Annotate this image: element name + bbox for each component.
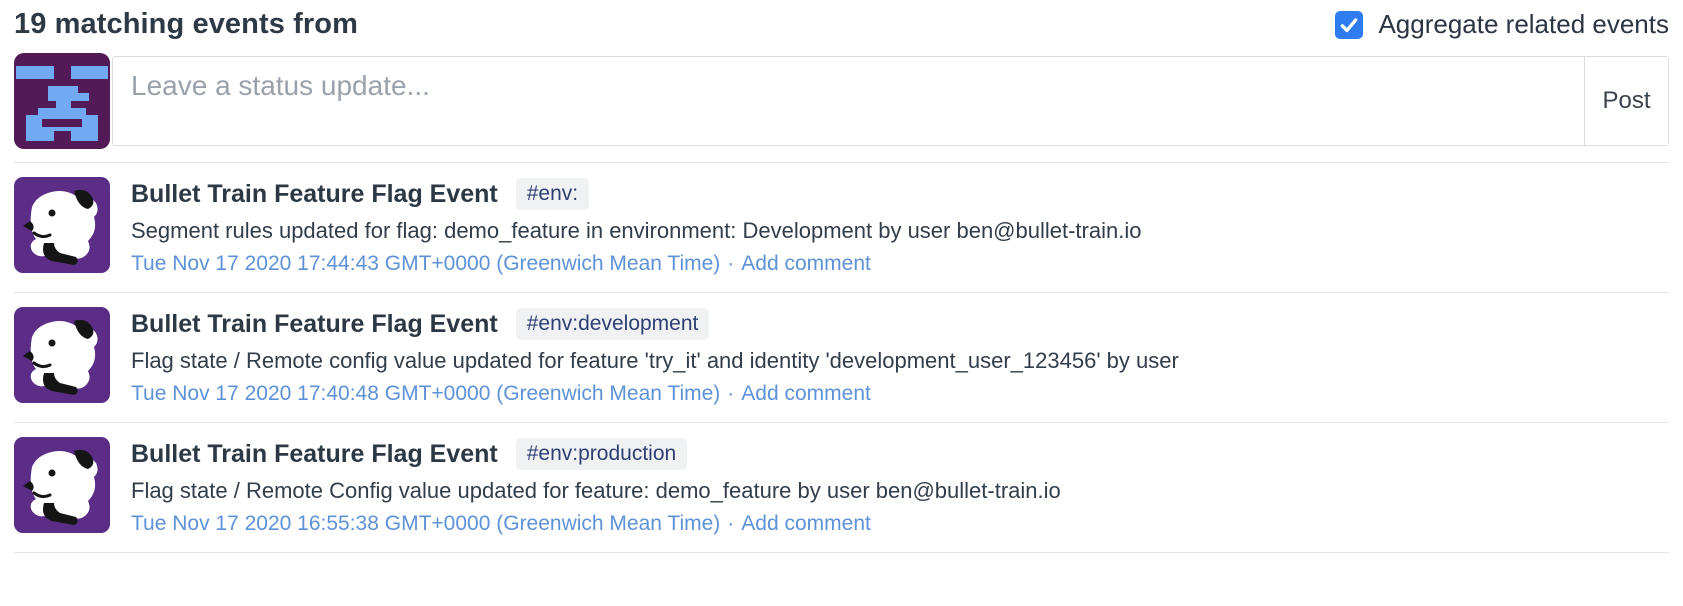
checkmark-icon: [1339, 15, 1359, 35]
event-env-tag[interactable]: #env:: [516, 178, 589, 210]
add-comment-link[interactable]: Add comment: [741, 512, 871, 535]
event-timestamp-link[interactable]: Tue Nov 17 2020 17:40:48 GMT+0000 (Green…: [131, 382, 720, 405]
event-env-tag[interactable]: #env:production: [516, 438, 687, 470]
aggregate-toggle[interactable]: Aggregate related events: [1335, 9, 1669, 40]
datadog-dog-avatar: [14, 177, 110, 273]
event-env-tag[interactable]: #env:development: [516, 308, 710, 340]
meta-separator: ·: [727, 512, 734, 535]
event-timestamp-link[interactable]: Tue Nov 17 2020 16:55:38 GMT+0000 (Green…: [131, 512, 720, 535]
event-description: Flag state / Remote Config value updated…: [131, 478, 1061, 504]
status-update-input[interactable]: [113, 57, 1584, 145]
event-list: Bullet Train Feature Flag Event #env: Se…: [14, 162, 1669, 553]
event-title: Bullet Train Feature Flag Event: [131, 310, 498, 339]
event-body: Bullet Train Feature Flag Event #env:pro…: [131, 437, 1061, 536]
event-timestamp-link[interactable]: Tue Nov 17 2020 17:44:43 GMT+0000 (Green…: [131, 252, 720, 275]
user-identicon-avatar: [14, 53, 110, 149]
add-comment-link[interactable]: Add comment: [741, 382, 871, 405]
event-meta: Tue Nov 17 2020 17:40:48 GMT+0000 (Green…: [131, 382, 1179, 406]
events-header: 19 matching events from Aggregate relate…: [14, 0, 1669, 53]
meta-separator: ·: [727, 382, 734, 405]
datadog-dog-avatar: [14, 437, 110, 533]
status-update-row: Post: [14, 53, 1669, 149]
event-description: Flag state / Remote config value updated…: [131, 348, 1179, 374]
aggregate-label: Aggregate related events: [1378, 9, 1669, 40]
event-body: Bullet Train Feature Flag Event #env:dev…: [131, 307, 1179, 406]
page-title: 19 matching events from: [14, 8, 358, 41]
event-title: Bullet Train Feature Flag Event: [131, 180, 498, 209]
event-row-1: Bullet Train Feature Flag Event #env: Se…: [14, 162, 1669, 292]
event-meta: Tue Nov 17 2020 16:55:38 GMT+0000 (Green…: [131, 512, 1061, 536]
datadog-dog-avatar: [14, 307, 110, 403]
event-title: Bullet Train Feature Flag Event: [131, 440, 498, 469]
event-row-3: Bullet Train Feature Flag Event #env:pro…: [14, 422, 1669, 553]
event-body: Bullet Train Feature Flag Event #env: Se…: [131, 177, 1141, 276]
events-page: 19 matching events from Aggregate relate…: [0, 0, 1683, 553]
status-update-box: Post: [112, 56, 1669, 146]
add-comment-link[interactable]: Add comment: [741, 252, 871, 275]
post-button[interactable]: Post: [1584, 57, 1668, 145]
event-row-2: Bullet Train Feature Flag Event #env:dev…: [14, 292, 1669, 422]
meta-separator: ·: [727, 252, 734, 275]
aggregate-checkbox[interactable]: [1335, 11, 1363, 39]
event-meta: Tue Nov 17 2020 17:44:43 GMT+0000 (Green…: [131, 252, 1141, 276]
event-description: Segment rules updated for flag: demo_fea…: [131, 218, 1141, 244]
